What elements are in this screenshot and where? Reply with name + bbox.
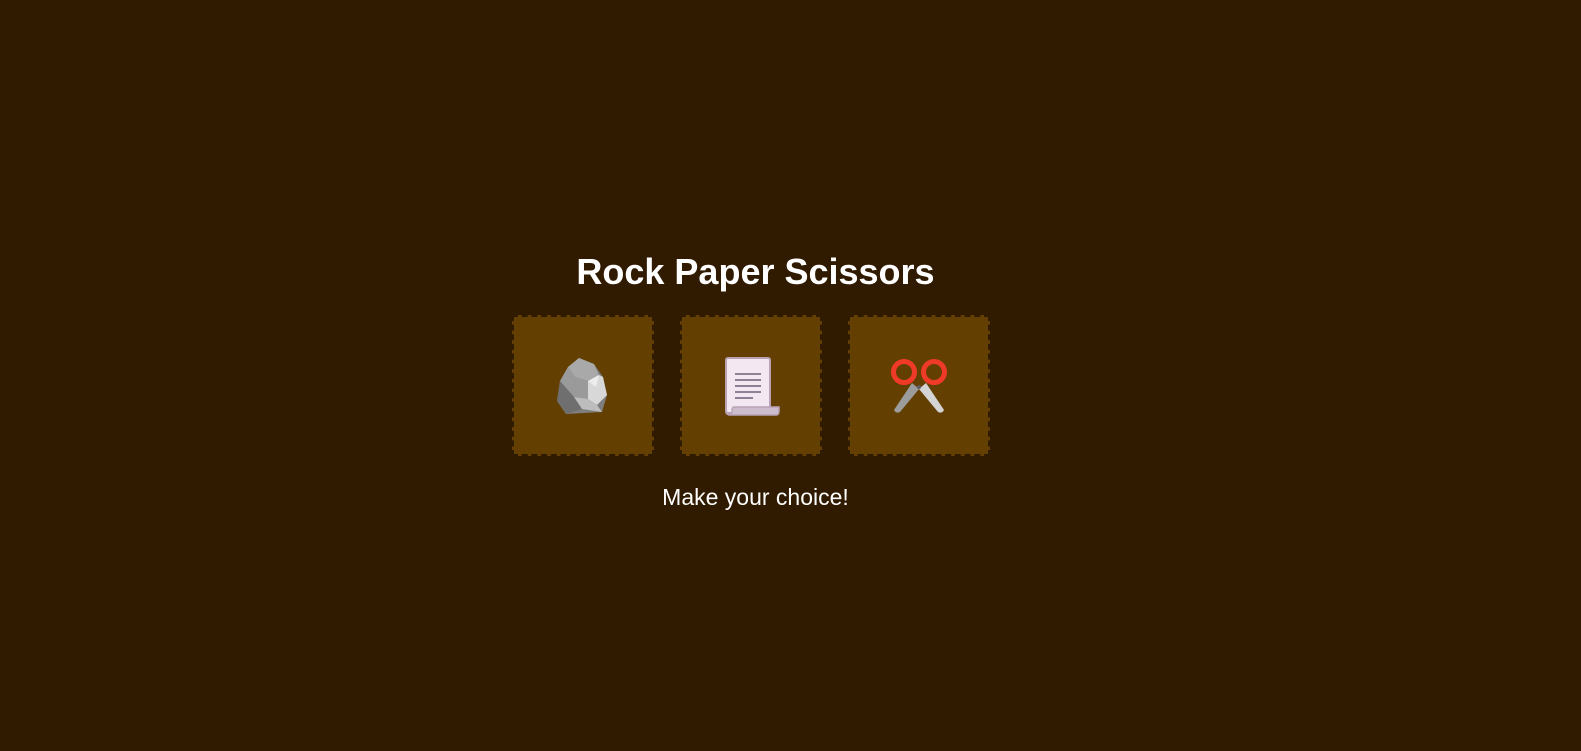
rock-icon: [557, 357, 607, 414]
game-container: Rock Paper Scissors Make your choice!: [0, 0, 1581, 751]
scroll-icon: [725, 356, 780, 416]
choice-paper-button[interactable]: [680, 315, 822, 456]
choice-rock-button[interactable]: [512, 315, 654, 456]
choice-row: [512, 315, 990, 456]
status-message: Make your choice!: [662, 484, 849, 510]
choice-scissors-button[interactable]: [848, 315, 990, 456]
game-title: Rock Paper Scissors: [576, 251, 935, 292]
scissors-icon: [891, 358, 947, 413]
